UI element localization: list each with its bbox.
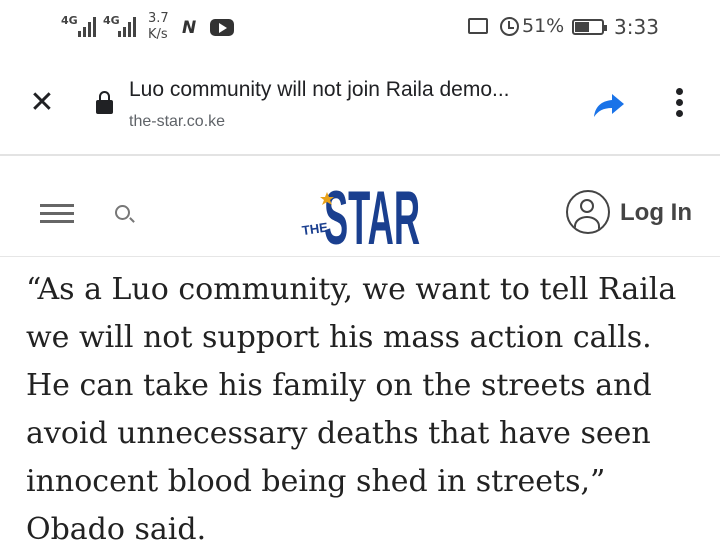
battery-percent: 51% (522, 15, 565, 37)
logo-main-text: STAR (324, 178, 420, 250)
article-paragraph: “As a Luo community, we want to tell Rai… (26, 272, 677, 547)
share-icon[interactable] (592, 92, 626, 118)
status-bar: 4G 4G 3.7 K/s N 51% 3:33 (0, 0, 720, 56)
youtube-icon (210, 19, 234, 36)
clock: 3:33 (614, 15, 659, 39)
site-header: STAR THE Log In (0, 156, 720, 257)
the-star-logo[interactable]: STAR THE (300, 178, 422, 250)
close-icon[interactable]: ✕ (28, 88, 56, 118)
page-url[interactable]: the-star.co.ke (129, 113, 225, 131)
speed-value: 3.7 (148, 11, 169, 26)
cast-icon (468, 18, 488, 34)
battery-icon (572, 19, 607, 35)
network-speed: 3.7 K/s (148, 11, 169, 43)
custom-tab-toolbar: ✕ Luo community will not join Raila demo… (0, 56, 720, 156)
search-icon[interactable] (115, 205, 130, 220)
login-link[interactable]: Log In (620, 199, 692, 227)
lock-icon[interactable] (96, 91, 113, 114)
article-body: “As a Luo community, we want to tell Rai… (26, 266, 696, 554)
speed-unit: K/s (148, 27, 168, 42)
alarm-icon (500, 17, 519, 36)
notification-n-icon: N (182, 18, 197, 38)
network-type-label: 4G (61, 14, 78, 27)
signal-icon (78, 15, 96, 37)
hamburger-menu-icon[interactable] (40, 204, 74, 228)
user-icon[interactable] (566, 190, 610, 234)
signal-icon (118, 15, 136, 37)
page-title[interactable]: Luo community will not join Raila demo..… (129, 78, 510, 102)
more-vert-icon[interactable] (676, 88, 684, 121)
